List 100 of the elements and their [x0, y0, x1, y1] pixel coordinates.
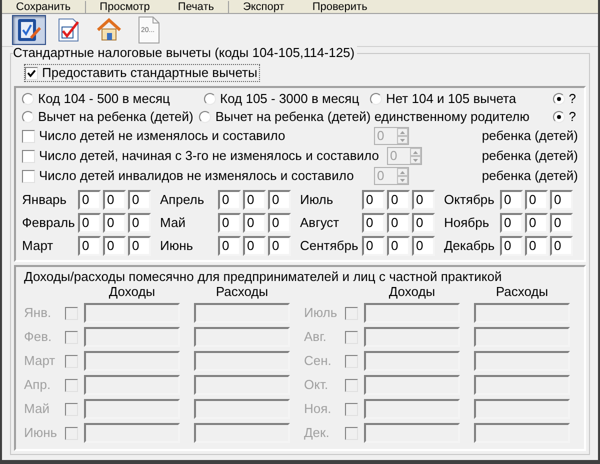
input-field[interactable]	[364, 351, 460, 371]
input-field[interactable]: 0	[362, 213, 385, 233]
unit-label: ребенка (детей)	[482, 148, 578, 164]
input-field[interactable]: 0	[103, 190, 126, 210]
input-field[interactable]	[474, 399, 570, 419]
input-field[interactable]: 0	[412, 190, 435, 210]
input-field[interactable]: 0	[362, 190, 385, 210]
radio-button[interactable]	[199, 111, 212, 123]
month-label: Фев.	[24, 329, 52, 345]
radio-button[interactable]	[22, 93, 34, 105]
radio-option[interactable]: Вычет на ребенка (детей) единственному родителю	[199, 109, 530, 125]
input-field[interactable]	[474, 327, 570, 347]
input-field[interactable]	[364, 327, 460, 347]
input-field[interactable]: 0	[387, 213, 410, 233]
input-field[interactable]: 0	[103, 213, 126, 233]
input-field[interactable]	[194, 351, 290, 371]
input-field[interactable]	[364, 399, 460, 419]
menu-item[interactable]: Экспорт	[228, 1, 298, 13]
month-label: Апр.	[24, 377, 51, 393]
input-field[interactable]: 0	[218, 190, 241, 210]
column-header: Доходы	[388, 285, 436, 299]
input-field[interactable]: 0	[243, 190, 266, 210]
month-label: Октябрь	[443, 192, 496, 208]
input-field[interactable]: 0	[78, 236, 101, 256]
input-field[interactable]	[84, 375, 180, 395]
input-field[interactable]: 0	[268, 236, 291, 256]
input-field[interactable]: 0	[525, 236, 548, 256]
input-field[interactable]: 0	[550, 213, 573, 233]
house-icon	[96, 17, 122, 43]
input-field[interactable]	[364, 303, 460, 323]
input-field[interactable]: 0	[525, 190, 548, 210]
input-field[interactable]	[84, 351, 180, 371]
radio-button[interactable]	[370, 93, 382, 105]
month-label: Январь	[22, 192, 68, 208]
month-label: Апрель	[159, 192, 206, 208]
radio-option[interactable]: Код 104 - 500 в месяц	[22, 91, 204, 107]
input-field[interactable]: 0	[525, 213, 548, 233]
input-field[interactable]: 0	[218, 213, 241, 233]
input-field[interactable]	[194, 327, 290, 347]
menu-item[interactable]: Сохранить	[2, 1, 86, 13]
input-field[interactable]	[364, 423, 460, 443]
radio-option[interactable]: Нет 104 и 105 вычета	[370, 91, 536, 107]
input-field[interactable]: 0	[268, 190, 291, 210]
input-field[interactable]	[84, 423, 180, 443]
radio-option[interactable]: Код 105 - 3000 в месяц	[204, 91, 370, 107]
radio-button[interactable]	[22, 111, 34, 123]
input-field[interactable]: 0	[78, 213, 101, 233]
input-field[interactable]	[474, 351, 570, 371]
panel-title: Доходы/расходы помесячно для предпринимателей и лиц с частной практикой	[24, 269, 503, 285]
column-header: Расходы	[494, 285, 550, 299]
radio-button[interactable]	[552, 93, 565, 105]
input-field[interactable]	[364, 375, 460, 395]
input-field[interactable]: 0	[128, 190, 151, 210]
month-label: Май	[159, 215, 186, 231]
input-field[interactable]: 0	[550, 236, 573, 256]
provide-checkbox-label[interactable]: Предоставить стандартные вычеты	[24, 64, 260, 82]
month-label: Авг.	[304, 329, 326, 345]
input-field[interactable]: 0	[387, 190, 410, 210]
radio-option[interactable]: Вычет на ребенка (детей)	[22, 109, 194, 125]
month-label: Март	[24, 353, 56, 369]
radio-button[interactable]	[552, 111, 565, 123]
radio-button[interactable]	[204, 93, 216, 105]
menu-item[interactable]: Печать	[164, 1, 229, 13]
input-field[interactable]	[84, 303, 180, 323]
input-field[interactable]: 0	[268, 213, 291, 233]
input-field[interactable]: 0	[387, 236, 410, 256]
input-field[interactable]: 0	[412, 213, 435, 233]
input-field[interactable]: 0	[218, 236, 241, 256]
checklist-icon	[56, 17, 82, 43]
input-field[interactable]	[474, 303, 570, 323]
input-field[interactable]: 0	[103, 236, 126, 256]
input-field[interactable]	[474, 375, 570, 395]
input-field[interactable]: 0	[243, 236, 266, 256]
input-field[interactable]: 0	[550, 190, 573, 210]
input-field[interactable]	[194, 375, 290, 395]
input-field[interactable]	[194, 423, 290, 443]
checkbox[interactable]	[25, 66, 38, 80]
input-field[interactable]	[194, 303, 290, 323]
input-field[interactable]: 0	[500, 190, 523, 210]
input-field[interactable]: 0	[362, 236, 385, 256]
input-field[interactable]: 0	[128, 213, 151, 233]
input-field[interactable]: 0	[500, 213, 523, 233]
radio-option[interactable]: ?	[552, 91, 578, 107]
input-field[interactable]	[474, 423, 570, 443]
input-field[interactable]: 0	[412, 236, 435, 256]
unit-label: ребенка (детей)	[482, 168, 578, 184]
column-header: Доходы	[108, 285, 156, 299]
radio-option[interactable]: ?	[552, 109, 578, 125]
menu-item[interactable]: Проверить	[298, 1, 382, 13]
input-field[interactable]	[84, 327, 180, 347]
input-field[interactable]: 0	[78, 190, 101, 210]
input-field[interactable]: 0	[500, 236, 523, 256]
input-field[interactable]: 0	[128, 236, 151, 256]
clipboard-pencil-icon	[16, 17, 42, 43]
input-field[interactable]	[84, 399, 180, 419]
toolbar-button[interactable]	[12, 15, 46, 45]
menu-item[interactable]: Просмотр	[86, 1, 164, 13]
input-field[interactable]: 0	[243, 213, 266, 233]
input-field[interactable]	[194, 399, 290, 419]
month-label: Март	[22, 238, 54, 254]
